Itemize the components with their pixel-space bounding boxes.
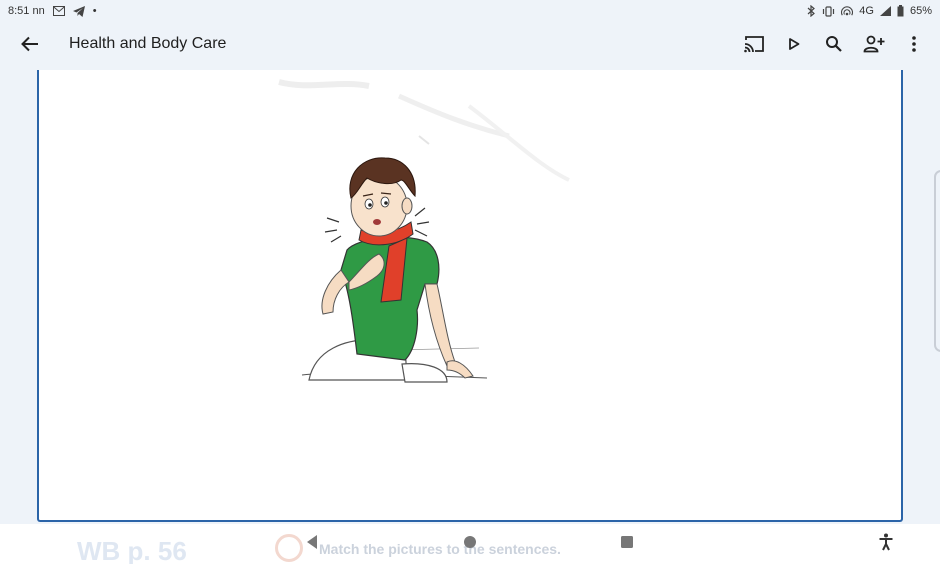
nav-recent-apps-button[interactable] [617,534,637,554]
nav-back-button[interactable] [302,534,322,554]
status-time: 8:51 nn [8,5,45,17]
sick-boy-illustration [301,157,488,383]
signal-icon [879,6,891,16]
navigation-bar: WB p. 56 Match the pictures to the sente… [0,524,940,564]
arrow-back-icon [21,36,39,57]
cast-icon [743,35,765,58]
search-button[interactable] [822,32,846,60]
accessibility-button[interactable] [876,533,896,556]
add-person-button[interactable] [862,32,886,60]
more-options-button[interactable] [902,32,926,60]
triangle-back-icon [305,534,319,555]
app-bar: Health and Body Care [0,22,940,70]
accessibility-icon [878,533,894,556]
square-recent-icon [620,535,634,554]
battery-icon [897,5,904,17]
status-bar: 8:51 nn • 4G 65% [0,0,940,22]
preview-workbook-label: WB p. 56 [77,536,187,564]
next-slide-preview: WB p. 56 Match the pictures to the sente… [35,524,755,564]
search-icon [825,35,843,58]
play-button[interactable] [782,32,806,60]
page-title: Health and Body Care [69,35,227,52]
preview-number-badge [275,534,303,562]
network-type: 4G [859,5,874,17]
telegram-icon [72,5,85,17]
cast-button[interactable] [742,32,766,60]
hotspot-icon [841,5,854,17]
more-vert-icon [911,35,917,58]
side-panel-handle[interactable] [934,170,940,352]
add-person-icon [863,35,885,58]
mail-icon [52,6,65,16]
nav-home-button[interactable] [460,534,480,554]
battery-percent: 65% [909,5,932,17]
vibrate-icon [822,5,835,17]
slide-canvas [37,70,903,522]
circle-home-icon [462,534,478,555]
play-icon [787,37,801,56]
preview-instruction: Match the pictures to the sentences. [319,541,561,557]
back-button[interactable] [16,34,44,58]
notification-dot: • [92,5,97,17]
bluetooth-icon [807,5,816,17]
